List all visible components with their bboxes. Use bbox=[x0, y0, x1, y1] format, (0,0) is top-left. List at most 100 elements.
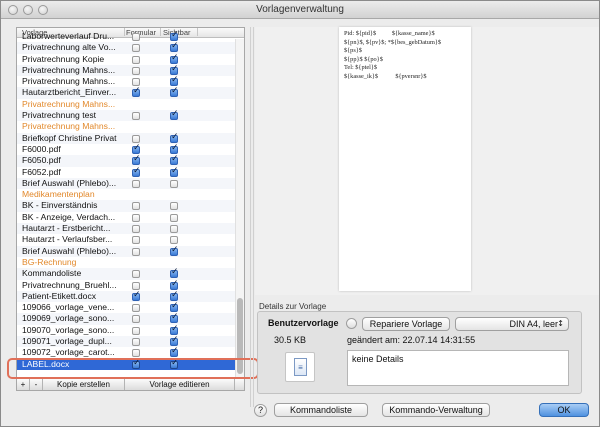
kommando-verwaltung-button[interactable]: Kommando-Verwaltung bbox=[382, 403, 490, 417]
formular-checkbox[interactable] bbox=[132, 143, 141, 154]
remove-template-button[interactable]: - bbox=[30, 379, 43, 390]
table-row[interactable]: Laborwerteverlauf Dru... bbox=[17, 30, 235, 42]
sichtbar-checkbox[interactable] bbox=[170, 301, 179, 312]
formular-checkbox[interactable] bbox=[132, 304, 140, 313]
page-format-select[interactable]: DIN A4, leer bbox=[455, 317, 569, 331]
sichtbar-checkbox[interactable] bbox=[170, 143, 179, 154]
list-group-header[interactable]: Medikamentenplan bbox=[17, 189, 235, 200]
row-label: 109071_vorlage_dupl... bbox=[22, 336, 112, 347]
formular-checkbox[interactable] bbox=[132, 55, 140, 64]
sichtbar-checkbox[interactable] bbox=[170, 267, 179, 279]
kommandoliste-button[interactable]: Kommandoliste bbox=[274, 403, 368, 417]
sichtbar-checkbox[interactable] bbox=[170, 245, 179, 256]
ok-button[interactable]: OK bbox=[539, 403, 589, 417]
list-group-header[interactable]: Privatrechnung Mahns... bbox=[17, 121, 235, 132]
table-row[interactable]: Briefkopf Christine Privat bbox=[17, 132, 235, 144]
formular-checkbox[interactable] bbox=[132, 349, 140, 358]
table-row[interactable]: BK - Einverständnis bbox=[17, 200, 235, 212]
sichtbar-checkbox[interactable] bbox=[170, 166, 179, 177]
sichtbar-checkbox[interactable] bbox=[170, 279, 179, 290]
sichtbar-checkbox[interactable] bbox=[170, 109, 179, 120]
formular-checkbox[interactable] bbox=[132, 236, 140, 245]
table-row[interactable]: 109072_vorlage_carot... bbox=[17, 346, 235, 358]
edit-template-button[interactable]: Vorlage editieren bbox=[125, 379, 235, 390]
formular-checkbox[interactable] bbox=[132, 270, 140, 279]
sichtbar-checkbox[interactable] bbox=[170, 41, 179, 53]
sichtbar-checkbox[interactable] bbox=[170, 202, 178, 211]
repair-template-button[interactable]: Repariere Vorlage bbox=[362, 317, 450, 331]
list-group-header[interactable]: Privatrechnung Mahns... bbox=[17, 99, 235, 110]
table-row[interactable]: Privatrechnung_Bruehl... bbox=[17, 279, 235, 291]
table-row[interactable]: 109069_vorlage_sono... bbox=[17, 312, 235, 325]
sichtbar-checkbox[interactable] bbox=[170, 75, 179, 86]
add-template-button[interactable]: + bbox=[17, 379, 30, 390]
table-row[interactable]: Hautarzt - Verlaufsber... bbox=[17, 234, 235, 245]
formular-checkbox[interactable] bbox=[132, 33, 140, 41]
formular-checkbox[interactable] bbox=[132, 326, 140, 335]
details-section-label: Details zur Vorlage bbox=[259, 302, 327, 311]
row-label: 109072_vorlage_carot... bbox=[22, 347, 115, 358]
sichtbar-checkbox[interactable] bbox=[170, 236, 178, 245]
sichtbar-checkbox[interactable] bbox=[170, 154, 179, 166]
table-row[interactable]: Brief Auswahl (Phlebo)... bbox=[17, 177, 235, 190]
formular-checkbox[interactable] bbox=[132, 112, 140, 121]
table-row[interactable]: BK - Anzeige, Verdach... bbox=[17, 212, 235, 223]
formular-checkbox[interactable] bbox=[132, 66, 140, 75]
copy-template-button[interactable]: Kopie erstellen bbox=[43, 379, 125, 390]
table-row[interactable]: Patient-Etikett.docx bbox=[17, 290, 235, 303]
formular-checkbox[interactable] bbox=[132, 179, 140, 188]
sichtbar-checkbox[interactable] bbox=[170, 213, 178, 222]
table-row[interactable]: Privatrechnung Mahns... bbox=[17, 64, 235, 77]
table-row[interactable]: Brief Auswahl (Phlebo)... bbox=[17, 245, 235, 257]
formular-checkbox[interactable] bbox=[132, 290, 141, 301]
sichtbar-checkbox[interactable] bbox=[170, 132, 179, 143]
formular-checkbox[interactable] bbox=[132, 44, 140, 53]
formular-checkbox[interactable] bbox=[132, 213, 140, 222]
template-list[interactable]: Vorlage Formular Sichtbar Laborwerteverl… bbox=[16, 27, 245, 379]
sichtbar-checkbox[interactable] bbox=[170, 53, 179, 64]
description-field[interactable]: keine Details bbox=[347, 350, 569, 386]
sichtbar-checkbox[interactable] bbox=[170, 64, 179, 75]
sichtbar-checkbox[interactable] bbox=[170, 324, 179, 335]
formular-checkbox[interactable] bbox=[132, 202, 140, 211]
formular-checkbox[interactable] bbox=[132, 281, 140, 290]
formular-checkbox[interactable] bbox=[132, 247, 140, 256]
formular-checkbox[interactable] bbox=[132, 166, 141, 177]
sichtbar-checkbox[interactable] bbox=[170, 225, 178, 234]
formular-checkbox[interactable] bbox=[132, 134, 140, 143]
sichtbar-checkbox[interactable] bbox=[170, 179, 178, 188]
table-row[interactable]: 109071_vorlage_dupl... bbox=[17, 335, 235, 348]
sichtbar-checkbox[interactable] bbox=[170, 335, 179, 346]
table-row[interactable]: Hautarzt - Erstbericht... bbox=[17, 223, 235, 235]
sichtbar-checkbox[interactable] bbox=[170, 312, 179, 324]
formular-checkbox[interactable] bbox=[132, 78, 140, 87]
list-scrollbar[interactable] bbox=[235, 39, 244, 378]
formular-checkbox[interactable] bbox=[132, 315, 140, 324]
sichtbar-checkbox[interactable] bbox=[170, 346, 179, 358]
list-group-header[interactable]: BG-Rechnung bbox=[17, 257, 235, 268]
row-label: Privatrechnung_Bruehl... bbox=[22, 279, 117, 290]
table-row[interactable]: Privatrechnung Kopie bbox=[17, 53, 235, 65]
formular-checkbox[interactable] bbox=[132, 86, 141, 98]
table-row[interactable]: F6052.pdf bbox=[17, 166, 235, 178]
formular-checkbox[interactable] bbox=[132, 338, 140, 347]
help-button[interactable]: ? bbox=[254, 404, 267, 417]
table-row[interactable]: 109070_vorlage_sono... bbox=[17, 324, 235, 336]
sichtbar-checkbox[interactable] bbox=[170, 290, 179, 301]
table-row[interactable]: Privatrechnung Mahns... bbox=[17, 75, 235, 87]
table-row[interactable]: Privatrechnung test bbox=[17, 109, 235, 122]
preview-page: Pid: ${pid}$ ${kasse_name}$ ${pn}$, ${pv}… bbox=[339, 27, 471, 291]
formular-checkbox[interactable] bbox=[132, 225, 140, 234]
status-radio[interactable] bbox=[346, 318, 357, 329]
table-row[interactable]: Kommandoliste bbox=[17, 267, 235, 280]
table-row[interactable]: Hautarztbericht_Einver... bbox=[17, 86, 235, 99]
table-row[interactable]: Privatrechnung alte Vo... bbox=[17, 41, 235, 54]
table-row[interactable]: F6050.pdf bbox=[17, 154, 235, 167]
table-row[interactable]: 109066_vorlage_vene... bbox=[17, 301, 235, 313]
sichtbar-checkbox[interactable] bbox=[170, 86, 179, 98]
formular-checkbox[interactable] bbox=[132, 154, 141, 166]
sichtbar-checkbox[interactable] bbox=[170, 30, 179, 41]
table-row[interactable]: F6000.pdf bbox=[17, 143, 235, 155]
split-view-divider[interactable] bbox=[250, 27, 254, 407]
preview-line: ${pn}$, ${pv}$; *${bes_gebDatum}$ bbox=[344, 38, 442, 46]
